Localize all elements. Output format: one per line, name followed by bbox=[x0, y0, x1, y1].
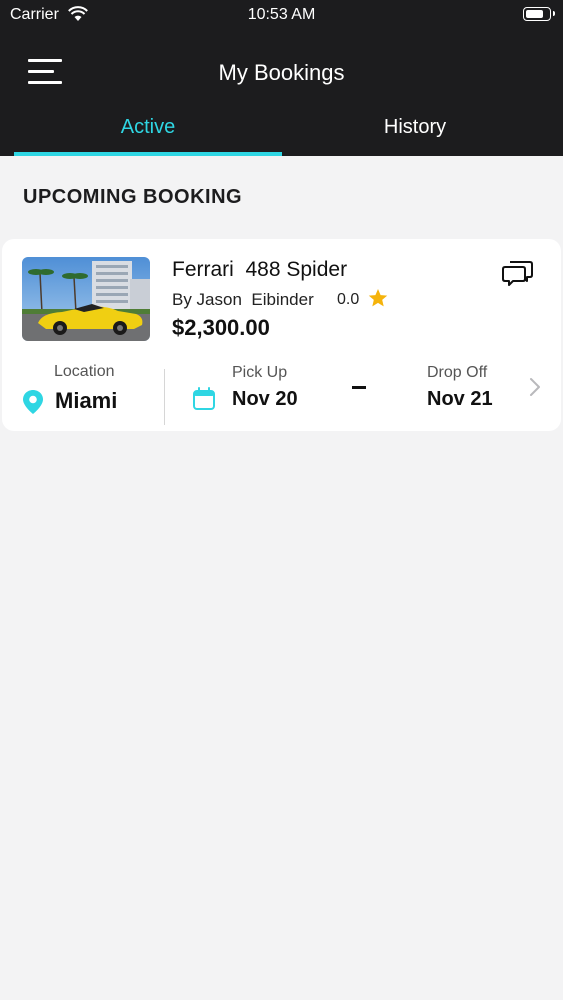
tab-active[interactable]: Active bbox=[14, 116, 282, 156]
booking-card[interactable]: Ferrari 488 Spider By Jason Eibinder 0.0… bbox=[2, 239, 561, 431]
status-time: 10:53 AM bbox=[247, 6, 316, 23]
status-bar: Carrier 10:53 AM bbox=[0, 0, 563, 32]
dropoff-date: Nov 21 bbox=[427, 388, 493, 410]
dropoff-label: Drop Off bbox=[427, 364, 488, 381]
star-icon bbox=[368, 289, 388, 307]
chevron-right-icon[interactable] bbox=[528, 375, 542, 399]
owner-name: By Jason Eibinder bbox=[172, 290, 314, 309]
active-tab-indicator bbox=[14, 152, 282, 156]
car-name: Ferrari 488 Spider bbox=[172, 258, 348, 281]
rating-value: 0.0 bbox=[337, 291, 360, 308]
section-title: UPCOMING BOOKING bbox=[23, 186, 243, 208]
chat-icon[interactable] bbox=[502, 259, 534, 289]
calendar-icon bbox=[193, 387, 215, 410]
location-pin-icon bbox=[23, 390, 43, 414]
location-value: Miami bbox=[55, 388, 118, 413]
pickup-date: Nov 20 bbox=[232, 388, 298, 410]
tab-history[interactable]: History bbox=[281, 116, 549, 156]
car-image bbox=[22, 257, 150, 341]
location-label: Location bbox=[54, 363, 115, 380]
pickup-label: Pick Up bbox=[232, 364, 288, 381]
navigation-bar: My Bookings Active History bbox=[0, 32, 563, 156]
price: $2,300.00 bbox=[172, 315, 270, 340]
date-range-dash bbox=[352, 386, 366, 389]
divider bbox=[164, 369, 165, 425]
page-title: My Bookings bbox=[218, 60, 345, 85]
battery-icon bbox=[523, 7, 555, 21]
